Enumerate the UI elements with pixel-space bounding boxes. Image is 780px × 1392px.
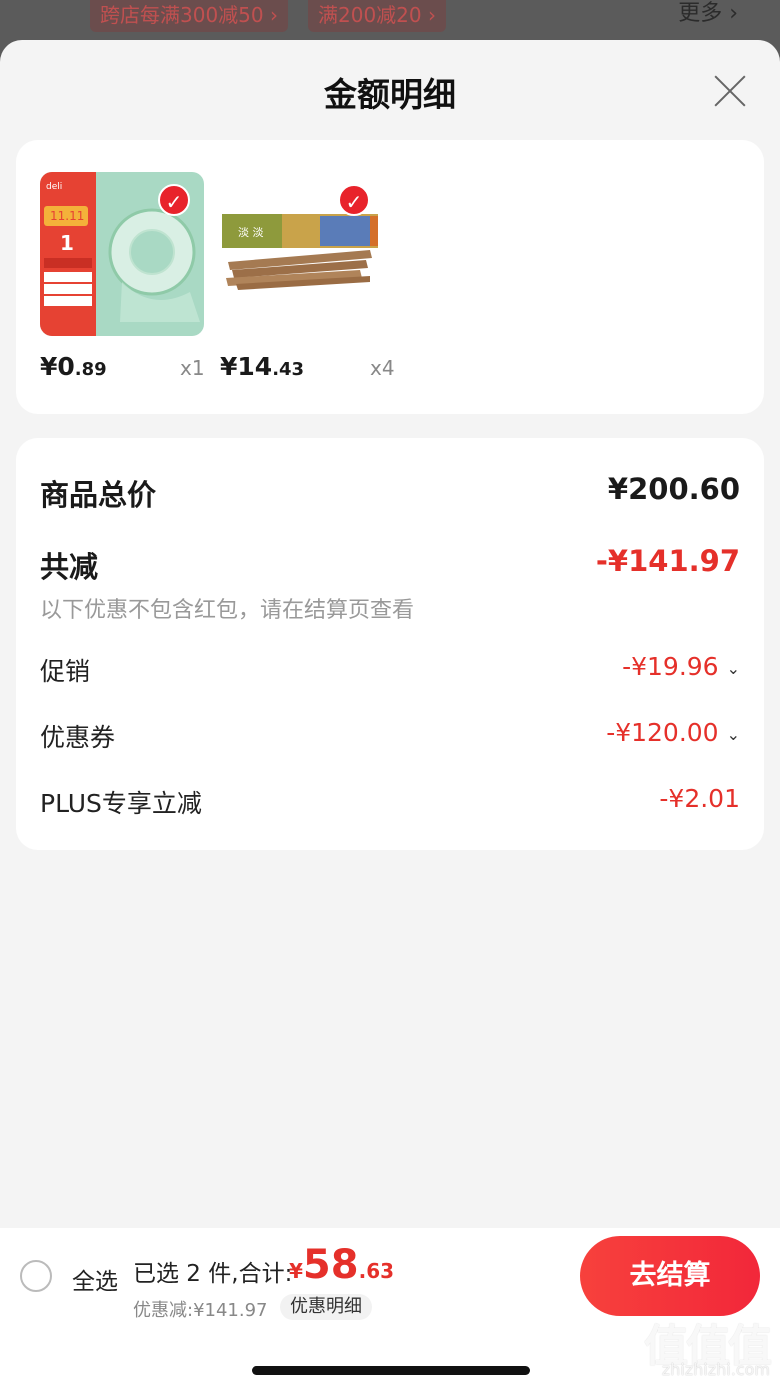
total-reduce-label: 共减 [40,550,99,584]
plus-discount-label: PLUS专享立减 [40,789,202,818]
svg-text:淡 淡: 淡 淡 [238,226,264,239]
total-price-value: ¥200.60 [607,472,740,506]
coupon-value: -¥120.00 ⌄ [606,718,740,747]
close-icon[interactable] [710,70,750,110]
product-item[interactable]: deli 11.11 1 ✓ ¥0.89 x1 [40,172,205,382]
more-link: 更多 › [678,1,738,26]
snack-product-image: 淡 淡 ✓ [220,172,384,336]
site-watermark: 值值值 zhizhizhi.com [620,1310,772,1390]
promotion-label: 促销 [40,657,91,686]
total-reduce-value: -¥141.97 [595,544,740,578]
product-item[interactable]: 淡 淡 ✓ ¥14.43 x4 [220,172,395,382]
home-indicator [252,1366,530,1375]
red-packet-note: 以下优惠不包含红包，请在结算页查看 [40,598,415,623]
plus-discount-value: -¥2.01 [659,784,740,813]
svg-text:11.11: 11.11 [50,209,84,223]
selected-check-icon: ✓ [158,184,190,216]
grand-total: ¥58.63 [289,1242,395,1288]
promotion-value: -¥19.96 ⌄ [622,652,740,681]
product-card: deli 11.11 1 ✓ ¥0.89 x1 淡 淡 ✓ ¥14.43 x4 [16,140,764,414]
svg-text:deli: deli [46,182,62,192]
checkout-button[interactable]: 去结算 [580,1236,760,1316]
tape-product-image: deli 11.11 1 ✓ [40,172,204,336]
svg-text:1: 1 [60,231,74,255]
amount-detail-sheet: 金额明细 deli 11.11 1 ✓ ¥0.89 x1 淡 淡 ✓ ¥14.4… [0,40,780,1392]
promo-tag-cross-store: 跨店每满300减50 › [90,0,288,32]
sheet-title: 金额明细 [324,75,456,114]
discount-detail-button[interactable]: 优惠明细 [280,1294,372,1320]
product-price: ¥14.43 [220,352,305,381]
watermark-url: zhizhizhi.com [661,1360,770,1379]
promo-tag-200-20: 满200减20 › [308,0,446,32]
selected-count-text: 已选 2 件,合计: [133,1261,293,1287]
coupon-label: 优惠券 [40,723,116,752]
chevron-down-icon: ⌄ [726,724,740,744]
product-quantity: x4 [370,356,395,380]
total-price-label: 商品总价 [40,478,157,512]
price-summary-card: 商品总价 ¥200.60 共减 -¥141.97 以下优惠不包含红包，请在结算页… [16,438,764,850]
select-all-label[interactable]: 全选 [72,1262,118,1296]
discount-summary: 优惠减:¥141.97 [133,1300,268,1321]
product-price: ¥0.89 [40,352,107,381]
selected-check-icon: ✓ [338,184,370,216]
select-all-radio[interactable] [20,1260,52,1292]
product-quantity: x1 [180,356,205,380]
chevron-down-icon: ⌄ [726,658,740,678]
